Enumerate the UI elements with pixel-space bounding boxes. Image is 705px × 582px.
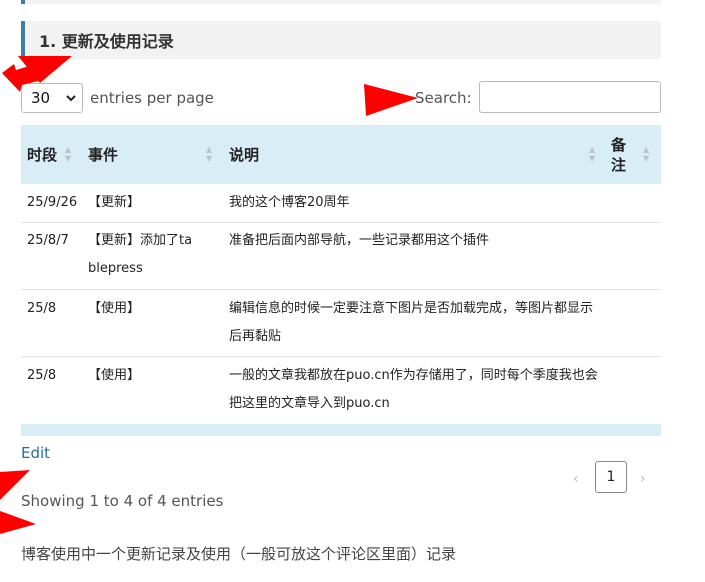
table-caption: 博客使用中一个更新记录及使用（一般可放这个评论区里面）记录 — [21, 545, 457, 563]
cell-description: 编辑信息的时候一定要注意下图片是否加载完成，等图片都显示后再黏贴 — [229, 301, 594, 344]
column-header-note[interactable]: 备 注 — [611, 125, 629, 184]
section-title-text: 1. 更新及使用记录 — [39, 32, 174, 51]
cell-event: 【更新】 — [88, 195, 141, 210]
pagination-page-1[interactable]: 1 — [595, 461, 627, 493]
cell-event: 【使用】 — [88, 301, 141, 316]
column-header-description[interactable]: 说明 — [229, 125, 259, 184]
table-row: 25/9/26 【更新】 我的这个博客20周年 — [21, 184, 661, 223]
cell-period: 25/8/7 — [27, 233, 69, 248]
sort-icon[interactable]: ▲ ▼ — [206, 145, 212, 163]
search-label: Search: — [415, 89, 472, 107]
cell-event: 【使用】 — [88, 368, 141, 383]
column-header-label: 事件 — [88, 146, 119, 164]
column-header-label: 时段 — [27, 146, 58, 164]
pagination-previous-icon[interactable]: ‹ — [573, 471, 579, 487]
table-info: Showing 1 to 4 of 4 entries — [21, 492, 224, 510]
cell-period: 25/8 — [27, 301, 57, 316]
table-row: 25/8 【使用】 一般的文章我都放在puo.cn作为存储用了，同时每个季度我也… — [21, 357, 661, 424]
cell-period: 25/9/26 — [27, 195, 78, 210]
cell-description: 准备把后面内部导航，一些记录都用这个插件 — [229, 233, 490, 248]
entries-per-page-value: 30 — [31, 89, 51, 107]
annotation-arrow-icon — [364, 84, 418, 116]
top-divider — [21, 0, 661, 4]
entries-per-page-select[interactable]: 30 — [21, 83, 83, 113]
column-header-event[interactable]: 事件 — [88, 125, 118, 184]
sort-icon[interactable]: ▲ ▼ — [589, 145, 595, 163]
edit-link[interactable]: Edit — [21, 444, 50, 462]
table-row: 25/8/7 【更新】添加了tablepress 准备把后面内部导航，一些记录都… — [21, 223, 661, 290]
chevron-down-icon — [66, 94, 76, 101]
sort-icon[interactable]: ▲ ▼ — [65, 145, 71, 163]
cell-description: 一般的文章我都放在puo.cn作为存储用了，同时每个季度我也会把这里的文章导入到… — [229, 368, 598, 411]
pagination-next-icon[interactable]: › — [640, 471, 646, 487]
cell-description: 我的这个博客20周年 — [229, 195, 350, 210]
table-footer — [21, 424, 661, 436]
annotation-arrow-icon — [18, 56, 72, 83]
column-header-label: 备 注 — [611, 135, 627, 174]
column-header-label: 说明 — [229, 146, 260, 164]
search-input[interactable] — [479, 81, 661, 113]
cell-event: 【更新】添加了tablepress — [88, 233, 193, 276]
section-title: 1. 更新及使用记录 — [21, 21, 661, 59]
entries-per-page-label: entries per page — [90, 89, 214, 107]
cell-period: 25/8 — [27, 368, 57, 383]
sort-icon[interactable]: ▲ ▼ — [643, 145, 649, 163]
annotation-arrow-icon — [0, 511, 36, 534]
table-row: 25/8 【使用】 编辑信息的时候一定要注意下图片是否加载完成，等图片都显示后再… — [21, 290, 661, 357]
column-header-period[interactable]: 时段 — [27, 125, 57, 184]
table-header: 时段 ▲ ▼ 事件 ▲ ▼ 说明 ▲ ▼ 备 注 ▲ ▼ — [21, 125, 661, 184]
